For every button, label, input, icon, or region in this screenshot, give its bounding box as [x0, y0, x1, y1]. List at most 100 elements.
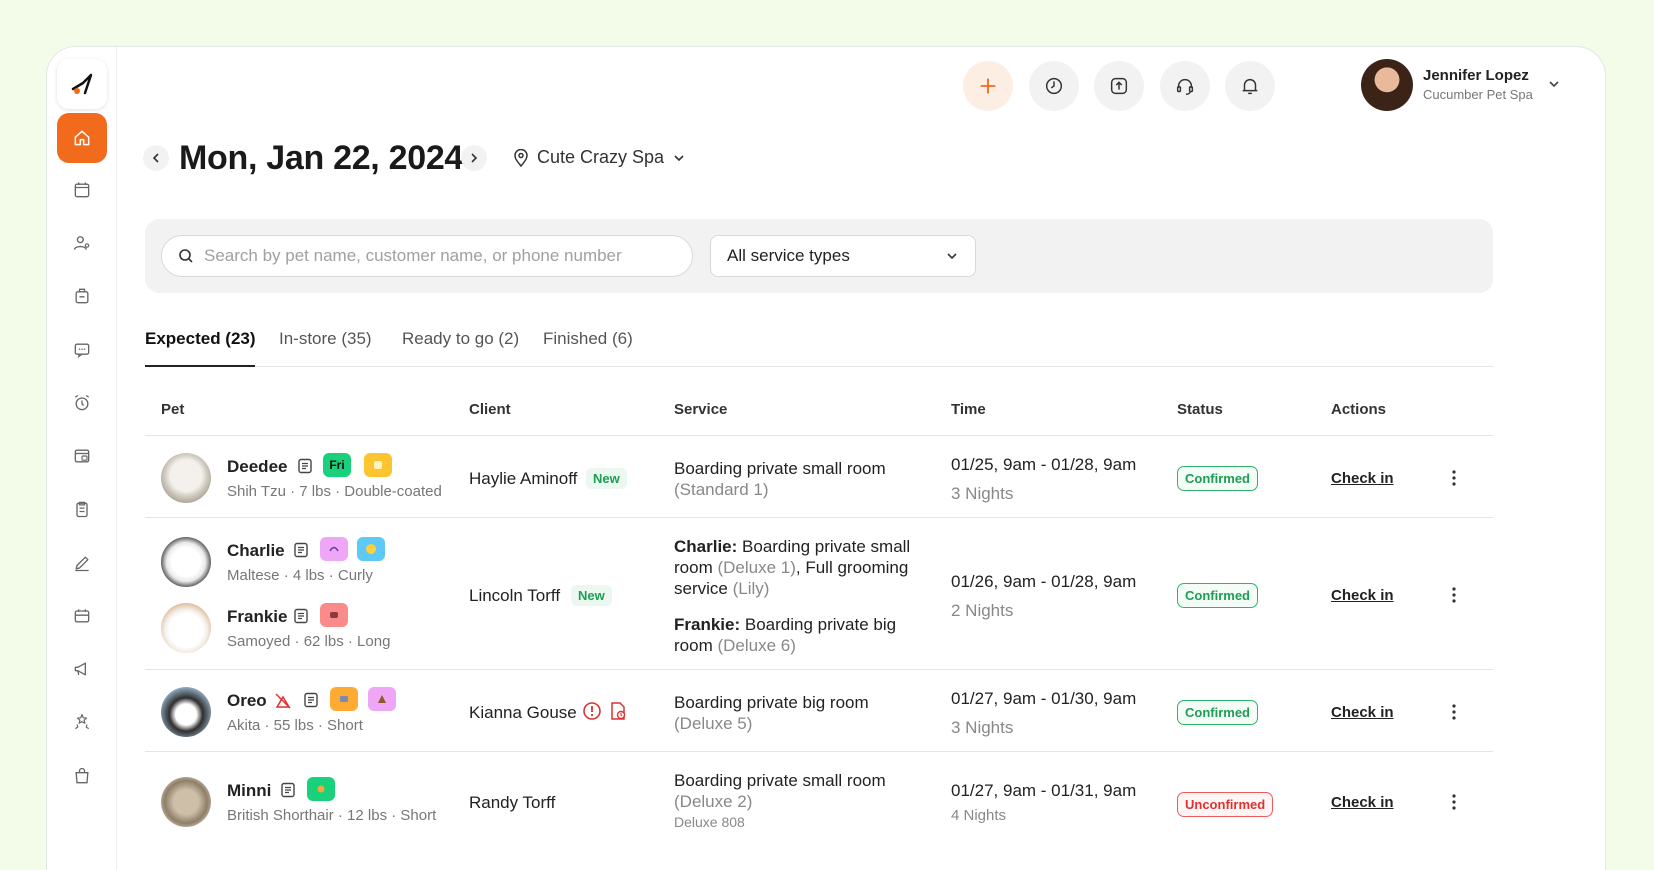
- pet-meta: Maltese · 4 lbs · Curly: [227, 567, 373, 584]
- note-icon[interactable]: [293, 608, 309, 624]
- search-icon: [179, 249, 193, 263]
- tab-in-store[interactable]: In-store (35): [279, 329, 372, 349]
- note-icon[interactable]: [297, 458, 313, 474]
- sidebar-item-marketing[interactable]: [57, 644, 107, 694]
- sidebar-item-bookings[interactable]: [57, 271, 107, 321]
- page-title-date: Mon, Jan 22, 2024: [179, 139, 464, 177]
- service-room-extra: Deluxe 808: [674, 814, 745, 830]
- check-in-link[interactable]: Check in: [1331, 470, 1394, 487]
- chevron-down-icon: [947, 253, 957, 260]
- sidebar-item-edit[interactable]: [57, 538, 107, 588]
- client-name[interactable]: Haylie Aminoff: [469, 469, 577, 489]
- pet-name[interactable]: Oreo: [227, 691, 267, 711]
- pet-meta: Akita · 55 lbs · Short: [227, 717, 363, 734]
- sidebar-item-shop[interactable]: [57, 751, 107, 801]
- user-org: Cucumber Pet Spa: [1423, 87, 1533, 102]
- service-room: (Deluxe 2): [674, 792, 753, 811]
- treat-tag-icon: [364, 453, 392, 477]
- note-icon[interactable]: [293, 542, 309, 558]
- card-icon: [74, 449, 90, 463]
- service-type-select[interactable]: All service types: [710, 235, 976, 277]
- alarm-icon: [74, 394, 90, 411]
- sidebar-item-payments[interactable]: [57, 431, 107, 481]
- service-line: Boarding private small room: [674, 459, 886, 478]
- tab-expected[interactable]: Expected (23): [145, 329, 256, 349]
- pen-icon: [75, 556, 89, 572]
- expired-document-icon[interactable]: [608, 701, 628, 721]
- pet-meta: British Shorthair · 12 lbs · Short: [227, 807, 437, 824]
- support-button[interactable]: [1160, 61, 1210, 111]
- pet-name[interactable]: Charlie: [227, 541, 285, 561]
- pet-name[interactable]: Frankie: [227, 607, 287, 627]
- history-button[interactable]: [1029, 61, 1079, 111]
- status-tabs: Expected (23) In-store (35) Ready to go …: [145, 323, 1493, 367]
- check-in-link[interactable]: Check in: [1331, 587, 1394, 604]
- sidebar-item-reports[interactable]: [57, 484, 107, 534]
- bell-icon: [1242, 78, 1258, 95]
- notifications-button[interactable]: [1225, 61, 1275, 111]
- upload-button[interactable]: [1094, 61, 1144, 111]
- sidebar-item-clients[interactable]: [57, 218, 107, 268]
- more-options-icon[interactable]: [1444, 702, 1464, 722]
- check-in-link[interactable]: Check in: [1331, 794, 1394, 811]
- sidebar-item-rewards[interactable]: [57, 697, 107, 747]
- location-selector[interactable]: Cute Crazy Spa: [513, 147, 686, 168]
- pet-avatar[interactable]: [161, 453, 211, 503]
- check-in-link[interactable]: Check in: [1331, 704, 1394, 721]
- service-room: (Deluxe 6): [717, 636, 796, 655]
- next-day-button[interactable]: [461, 145, 487, 171]
- user-menu-chevron-icon[interactable]: [1547, 77, 1561, 96]
- time-range: 01/26, 9am - 01/28, 9am: [951, 572, 1137, 591]
- tab-finished[interactable]: Finished (6): [543, 329, 633, 349]
- pet-name[interactable]: Deedee: [227, 457, 287, 477]
- client-name[interactable]: Randy Torff: [469, 793, 555, 813]
- pet-meta: Samoyed · 62 lbs · Long: [227, 633, 391, 650]
- nights-count: 4 Nights: [951, 807, 1007, 824]
- pet-avatar[interactable]: [161, 687, 211, 737]
- column-header-actions: Actions: [1331, 401, 1387, 418]
- pet-avatar[interactable]: [161, 603, 211, 653]
- add-button[interactable]: [963, 61, 1013, 111]
- prev-day-button[interactable]: [143, 145, 169, 171]
- service-room: (Deluxe 5): [674, 714, 753, 733]
- more-options-icon[interactable]: [1444, 468, 1464, 488]
- nights-count: 2 Nights: [951, 601, 1014, 620]
- search-box[interactable]: [161, 235, 693, 277]
- client-name[interactable]: Kianna Gouse: [469, 703, 577, 723]
- no-treats-icon: [275, 693, 291, 709]
- divider: [145, 517, 1493, 518]
- pet-avatar[interactable]: [161, 777, 211, 827]
- nights-count: 3 Nights: [951, 718, 1014, 737]
- tab-ready-to-go[interactable]: Ready to go (2): [402, 329, 519, 349]
- service-pet-name: Frankie:: [674, 615, 741, 634]
- user-name[interactable]: Jennifer Lopez: [1423, 67, 1529, 84]
- service-line: Boarding private big room: [674, 693, 869, 712]
- user-avatar[interactable]: [1361, 59, 1413, 111]
- brand-logo[interactable]: [57, 59, 107, 109]
- service-room: (Deluxe 1): [717, 558, 796, 577]
- sidebar-item-calendar[interactable]: [57, 165, 107, 215]
- sidebar-item-schedule[interactable]: [57, 591, 107, 641]
- new-client-badge: New: [586, 468, 627, 489]
- home-icon: [74, 130, 90, 146]
- chevron-right-icon: [471, 153, 478, 163]
- pet-name[interactable]: Minni: [227, 781, 271, 801]
- sidebar-item-home[interactable]: [57, 113, 107, 163]
- pet-avatar[interactable]: [161, 537, 211, 587]
- more-options-icon[interactable]: [1444, 585, 1464, 605]
- client-name[interactable]: Lincoln Torff: [469, 586, 560, 606]
- headset-icon: [1176, 78, 1194, 95]
- note-icon[interactable]: [280, 782, 296, 798]
- search-input[interactable]: [204, 246, 684, 266]
- note-icon[interactable]: [303, 692, 319, 708]
- column-header-pet: Pet: [161, 401, 185, 418]
- service-description: Charlie: Boarding private small room (De…: [674, 536, 919, 599]
- more-options-icon[interactable]: [1444, 792, 1464, 812]
- new-client-badge: New: [571, 585, 612, 606]
- warning-icon[interactable]: [582, 701, 602, 721]
- shopping-bag-icon: [75, 767, 89, 784]
- sidebar-item-messages[interactable]: [57, 325, 107, 375]
- sidebar-item-reminders[interactable]: [57, 378, 107, 428]
- service-description: Boarding private small room (Standard 1): [674, 458, 914, 500]
- sidebar: [47, 47, 117, 870]
